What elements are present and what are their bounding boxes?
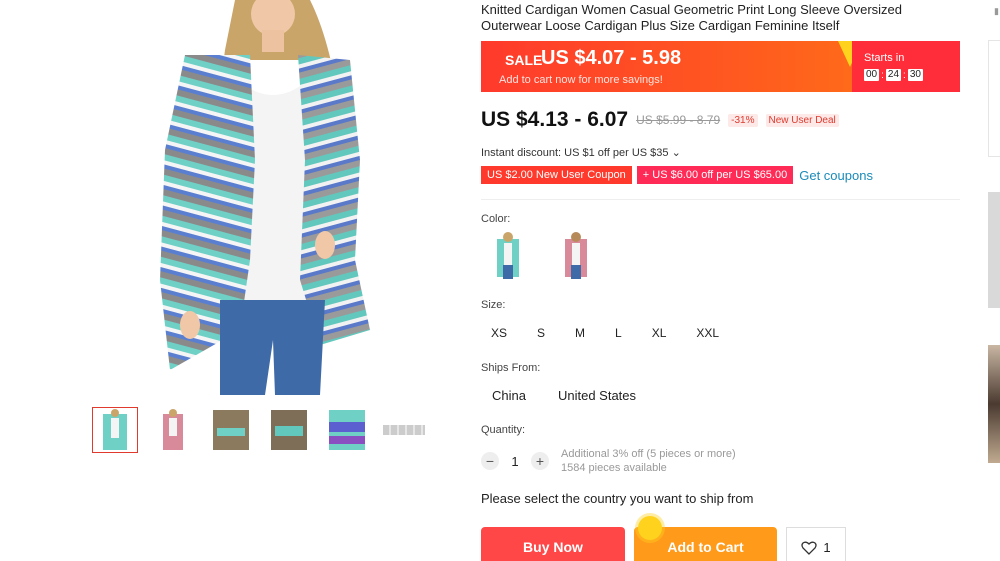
countdown-minutes: 24 <box>885 69 902 81</box>
side-recommendation-image-2[interactable] <box>988 345 1000 463</box>
color-swatches <box>481 228 603 282</box>
thumbnail-1[interactable] <box>92 407 138 453</box>
quantity-label: Quantity: <box>481 424 526 436</box>
quantity-value[interactable]: 1 <box>499 454 531 469</box>
color-option-pink[interactable] <box>549 228 603 282</box>
stock-available: 1584 pieces available <box>561 462 667 474</box>
thumbnail-3[interactable] <box>208 407 254 453</box>
quantity-info: Additional 3% off (5 pieces or more) 158… <box>561 447 736 475</box>
sale-tag: SALE <box>505 52 543 68</box>
product-title: Knitted Cardigan Women Casual Geometric … <box>481 2 903 33</box>
wishlist-button[interactable]: 1 <box>786 527 846 561</box>
size-option-xxl[interactable]: XXL <box>686 322 729 344</box>
sale-subtext: Add to cart now for more savings! <box>499 74 663 86</box>
get-coupons-link[interactable]: Get coupons <box>799 168 873 183</box>
countdown-timer: 00: 24: 30 <box>864 69 923 81</box>
color-option-teal[interactable] <box>481 228 535 282</box>
divider <box>481 199 960 200</box>
size-option-xs[interactable]: XS <box>481 322 517 344</box>
new-user-coupon[interactable]: US $2.00 New User Coupon <box>481 166 632 184</box>
store-coupon[interactable]: + US $6.00 off per US $65.00 <box>636 166 794 184</box>
ships-from-china[interactable]: China <box>481 384 537 407</box>
side-panel-card <box>988 40 1000 157</box>
right-edge-marker: ▮ <box>994 6 999 16</box>
current-price: US $4.13 - 6.07 <box>481 108 629 131</box>
thumbnail-4[interactable] <box>266 407 312 453</box>
thumbnail-2[interactable] <box>150 407 196 453</box>
size-option-s[interactable]: S <box>527 322 555 344</box>
countdown-box: Starts in 00: 24: 30 <box>852 41 960 92</box>
ship-country-message: Please select the country you want to sh… <box>481 491 754 506</box>
new-user-deal-badge: New User Deal <box>765 113 839 127</box>
size-label: Size: <box>481 299 506 311</box>
thumbnail-5[interactable] <box>324 407 370 453</box>
sale-banner: SALE US $4.07 - 5.98 Add to cart now for… <box>481 41 960 92</box>
original-price: US $5.99 - 8.79 <box>636 113 721 127</box>
price-row: US $4.13 - 6.07 US $5.99 - 8.79 -31% New… <box>481 108 839 132</box>
quantity-increase-button[interactable]: + <box>531 452 549 470</box>
sale-price: US $4.07 - 5.98 <box>541 47 682 69</box>
bulk-discount-note: Additional 3% off (5 pieces or more) <box>561 448 736 460</box>
thumbnail-strip <box>92 407 426 453</box>
ships-from-united-states[interactable]: United States <box>547 384 647 407</box>
countdown-label: Starts in <box>864 52 905 64</box>
buy-now-button[interactable]: Buy Now <box>481 527 625 561</box>
product-main-image[interactable] <box>130 0 400 395</box>
size-option-xl[interactable]: XL <box>642 322 677 344</box>
wishlist-count: 1 <box>823 540 831 555</box>
size-options: XS S M L XL XXL <box>481 322 739 344</box>
size-option-m[interactable]: M <box>565 322 595 344</box>
instant-discount[interactable]: Instant discount: US $1 off per US $35 ⌄ <box>481 146 681 159</box>
sparkle-icon <box>638 516 662 540</box>
size-option-l[interactable]: L <box>605 322 632 344</box>
ships-from-label: Ships From: <box>481 362 541 374</box>
quantity-stepper: − 1 + Additional 3% off (5 pieces or mor… <box>481 447 736 475</box>
discount-badge: -31% <box>728 113 758 127</box>
countdown-hours: 00 <box>864 69 880 81</box>
quantity-decrease-button[interactable]: − <box>481 452 499 470</box>
color-label: Color: <box>481 213 511 225</box>
ships-from-options: China United States <box>481 384 657 407</box>
coupon-row: US $2.00 New User Coupon + US $6.00 off … <box>481 166 873 184</box>
side-recommendation-image[interactable] <box>988 192 1000 308</box>
heart-icon <box>801 541 818 555</box>
countdown-seconds: 30 <box>907 69 923 81</box>
thumbnail-more[interactable] <box>382 407 426 453</box>
